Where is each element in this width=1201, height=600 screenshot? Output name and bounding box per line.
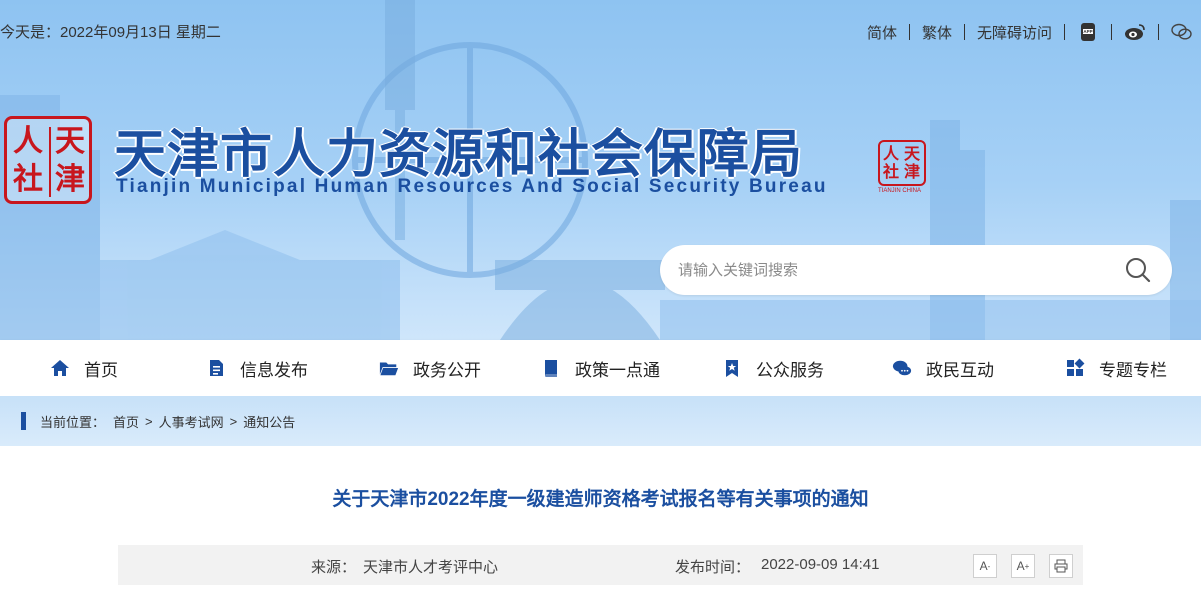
tianjin-stamp-logo: 天 津 人 社 TIANJIN CHINA xyxy=(878,140,928,196)
source-label: 来源： xyxy=(311,559,357,576)
publish-date-label: 发布时间： xyxy=(675,559,751,576)
stamp-caption: TIANJIN CHINA xyxy=(878,188,922,194)
breadcrumb-bar: 当前位置： 首页 > 人事考试网 > 通知公告 xyxy=(0,396,1201,446)
seal-divider xyxy=(49,127,51,197)
breadcrumb-prefix: 当前位置： xyxy=(40,415,106,430)
nav-item-public-services[interactable]: 公众服务 xyxy=(722,340,824,396)
minus-icon: - xyxy=(987,561,991,571)
accessibility-link[interactable]: 无障碍访问 xyxy=(977,22,1052,43)
home-icon xyxy=(50,358,70,378)
nav-item-special-topics[interactable]: 专题专栏 xyxy=(1065,340,1167,396)
font-increase-button[interactable]: A + xyxy=(1011,554,1035,578)
stamp-char: 社 xyxy=(883,162,900,181)
weibo-icon[interactable] xyxy=(1124,21,1146,43)
source-value: 天津市人才考评中心 xyxy=(363,559,499,576)
document-icon xyxy=(206,358,226,378)
divider xyxy=(1064,24,1065,40)
header-banner: 今天是：2022年09月13日 星期二 简体 繁体 无障碍访问 APP 人 天 … xyxy=(0,0,1201,340)
breadcrumb-notices[interactable]: 通知公告 xyxy=(243,412,295,431)
stamp-char: 津 xyxy=(904,162,921,181)
book-icon xyxy=(541,358,561,378)
seal-char: 社 xyxy=(13,162,43,197)
seal-char: 津 xyxy=(55,162,85,197)
divider xyxy=(908,24,910,40)
nav-item-home[interactable]: 首页 xyxy=(50,340,118,396)
current-date: 今天是：2022年09月13日 星期二 xyxy=(0,24,221,41)
print-button[interactable] xyxy=(1049,554,1073,578)
breadcrumb-marker xyxy=(21,412,26,430)
search-box xyxy=(660,245,1172,295)
bureau-seal-logo: 人 天 社 津 xyxy=(4,116,92,204)
nav-item-info-release[interactable]: 信息发布 xyxy=(206,340,308,396)
nav-item-government-affairs[interactable]: 政务公开 xyxy=(379,340,481,396)
nav-label: 公众服务 xyxy=(756,360,824,380)
breadcrumb-separator: > xyxy=(229,414,238,429)
breadcrumb-separator: > xyxy=(145,414,153,429)
stamp-char: 人 xyxy=(883,144,900,163)
nav-label: 政策一点通 xyxy=(575,360,660,380)
breadcrumb-home[interactable]: 首页 xyxy=(113,412,139,431)
divider xyxy=(1111,24,1112,40)
bookmark-star-icon xyxy=(722,358,742,378)
article-title: 关于天津市2022年度一级建造师资格考试报名等有关事项的通知 xyxy=(332,489,869,510)
nav-label: 政务公开 xyxy=(413,360,481,380)
app-icon[interactable]: APP xyxy=(1077,21,1099,43)
traditional-chinese-link[interactable]: 繁体 xyxy=(922,22,952,43)
search-input[interactable] xyxy=(678,254,1098,286)
nav-item-policy[interactable]: 政策一点通 xyxy=(541,340,660,396)
font-decrease-letter: A xyxy=(979,559,988,573)
breadcrumb: 当前位置： 首页 > 人事考试网 > 通知公告 xyxy=(40,412,295,431)
font-decrease-button[interactable]: A- xyxy=(973,554,997,578)
wechat-icon[interactable] xyxy=(1171,21,1193,43)
font-increase-letter: A xyxy=(1016,559,1025,573)
grid-icon xyxy=(1065,358,1085,378)
main-nav: 首页 信息发布 政务公开 政策一点通 公众服务 政民互动 专题专栏 xyxy=(0,340,1201,396)
print-icon xyxy=(1054,559,1068,573)
site-subtitle: Tianjin Municipal Human Resources And So… xyxy=(116,176,828,197)
divider xyxy=(1158,24,1159,40)
nav-label: 政民互动 xyxy=(926,360,994,380)
nav-label: 首页 xyxy=(84,360,118,380)
folder-icon xyxy=(379,358,399,378)
article-meta-bar: 来源： 天津市人才考评中心 发布时间： 2022-09-09 14:41 A- … xyxy=(118,545,1083,585)
chat-icon xyxy=(892,358,912,378)
simplified-chinese-link[interactable]: 简体 xyxy=(867,22,897,43)
plus-icon: + xyxy=(1024,561,1030,571)
seal-char: 人 xyxy=(13,124,43,159)
svg-text:APP: APP xyxy=(1083,29,1092,34)
seal-char: 天 xyxy=(55,124,85,159)
publish-date-value: 2022-09-09 14:41 xyxy=(761,556,880,573)
top-utility-bar: 今天是：2022年09月13日 星期二 简体 繁体 无障碍访问 APP xyxy=(0,0,1201,62)
nav-item-interaction[interactable]: 政民互动 xyxy=(892,340,994,396)
breadcrumb-exam-site[interactable]: 人事考试网 xyxy=(159,412,224,431)
top-links: 简体 繁体 无障碍访问 APP xyxy=(867,18,1193,46)
stamp-char: 天 xyxy=(904,144,921,163)
nav-label: 专题专栏 xyxy=(1099,360,1167,380)
divider xyxy=(963,24,965,40)
nav-label: 信息发布 xyxy=(240,360,308,380)
search-icon[interactable] xyxy=(1124,256,1152,284)
